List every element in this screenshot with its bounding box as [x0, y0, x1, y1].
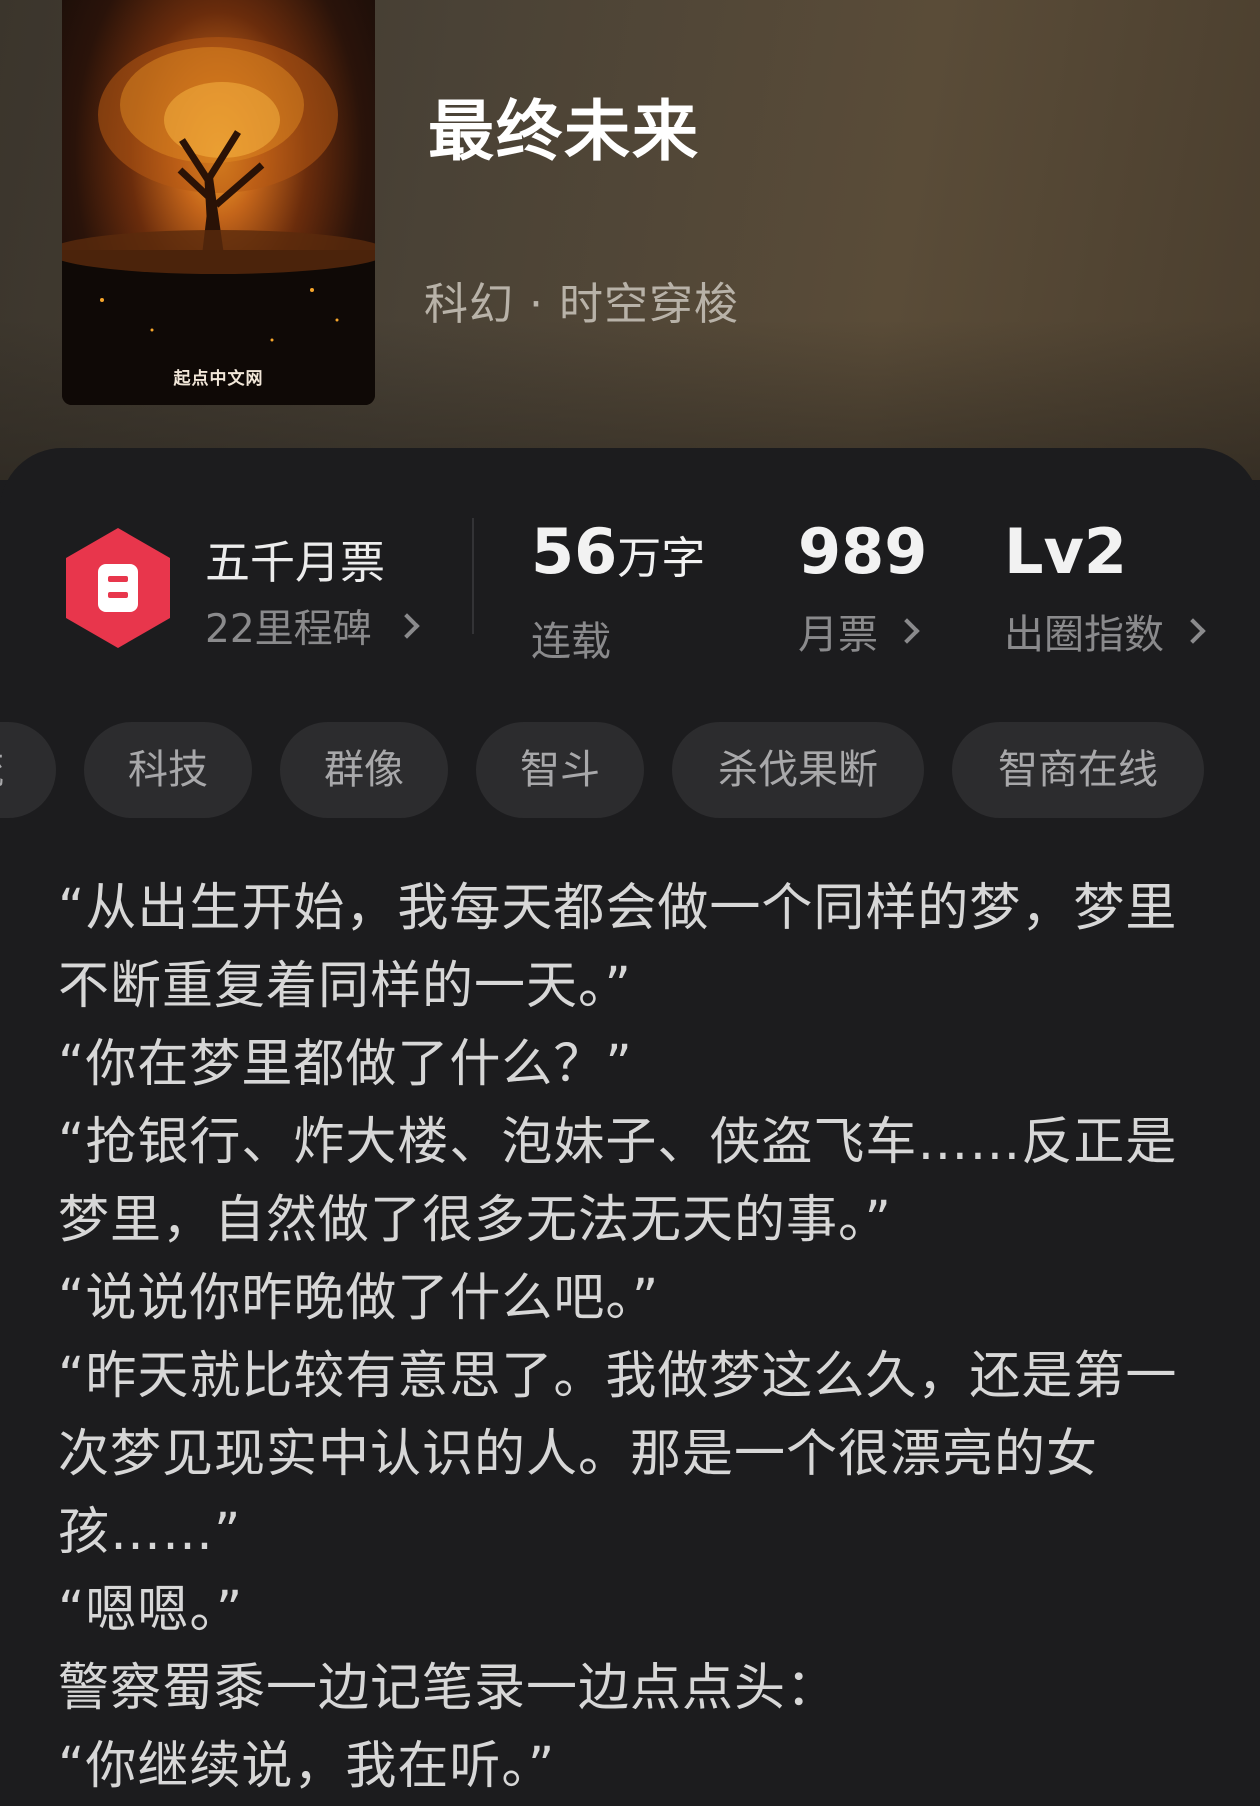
synopsis-paragraph: “从出生开始，我每天都会做一个同样的梦，梦里不断重复着同样的一天。” — [58, 879, 1178, 1016]
tag-chip[interactable]: 智斗 — [476, 722, 644, 818]
synopsis-paragraph: “你继续说，我在听。” — [58, 1737, 556, 1796]
ticket-milestone-link[interactable]: 22里程碑 — [205, 598, 420, 654]
book-genre[interactable]: 科幻 · 时空穿梭 — [424, 268, 739, 332]
chevron-right-icon — [1180, 618, 1206, 644]
ticket-milestone-title[interactable]: 五千月票 — [205, 526, 385, 591]
tag-scroll-row[interactable]: 流 科技 群像 智斗 杀伐果断 智商在线 — [0, 722, 1260, 818]
tag-chip[interactable]: 科技 — [84, 722, 252, 818]
synopsis-paragraph: “你在梦里都做了什么？” — [58, 1035, 633, 1094]
tag-chip[interactable]: 流 — [0, 722, 56, 818]
word-count-unit: 万字 — [617, 533, 706, 584]
breakout-index-value: Lv2 — [1004, 515, 1128, 588]
publisher-logo: 起点中文网 — [173, 369, 264, 389]
serial-status-label: 连载 — [531, 619, 611, 665]
monthly-ticket-value: 989 — [798, 515, 928, 588]
synopsis-paragraph: “说说你昨晚做了什么吧。” — [58, 1269, 660, 1328]
book-synopsis[interactable]: “从出生开始，我每天都会做一个同样的梦，梦里不断重复着同样的一天。” “你在梦里… — [58, 870, 1208, 1806]
ticket-milestone-label: 22里程碑 — [205, 607, 372, 652]
synopsis-paragraph: “嗯嗯。” — [58, 1581, 244, 1640]
synopsis-paragraph: 警察蜀黍一边记笔录一边点点头： — [58, 1659, 839, 1718]
tag-chip[interactable]: 群像 — [280, 722, 448, 818]
tag-chip[interactable]: 智商在线 — [952, 722, 1204, 818]
monthly-ticket-label: 月票 — [798, 612, 878, 658]
book-title: 最终未来 — [428, 93, 700, 170]
breakout-index-label: 出圈指数 — [1004, 612, 1164, 658]
book-cover[interactable]: 起点中文网 — [62, 0, 375, 405]
word-count-value: 56 — [531, 515, 618, 588]
breakout-index-stat[interactable]: Lv2 出圈指数 — [1004, 515, 1206, 660]
tag-chip[interactable]: 杀伐果断 — [672, 722, 924, 818]
synopsis-paragraph: “抢银行、炸大楼、泡妹子、侠盗飞车……反正是梦里，自然做了很多无法无天的事。” — [58, 1113, 1178, 1250]
word-count-stat: 56万字 连载 — [531, 516, 705, 667]
stats-divider — [472, 518, 474, 634]
monthly-ticket-icon[interactable] — [62, 526, 174, 650]
synopsis-paragraph: “昨天就比较有意思了。我做梦这么久，还是第一次梦见现实中认识的人。那是一个很漂亮… — [58, 1347, 1178, 1562]
tree-illustration — [62, 37, 375, 405]
chevron-right-icon — [894, 618, 920, 644]
chevron-right-icon — [393, 613, 420, 639]
monthly-ticket-stat[interactable]: 989 月票 — [798, 516, 927, 660]
